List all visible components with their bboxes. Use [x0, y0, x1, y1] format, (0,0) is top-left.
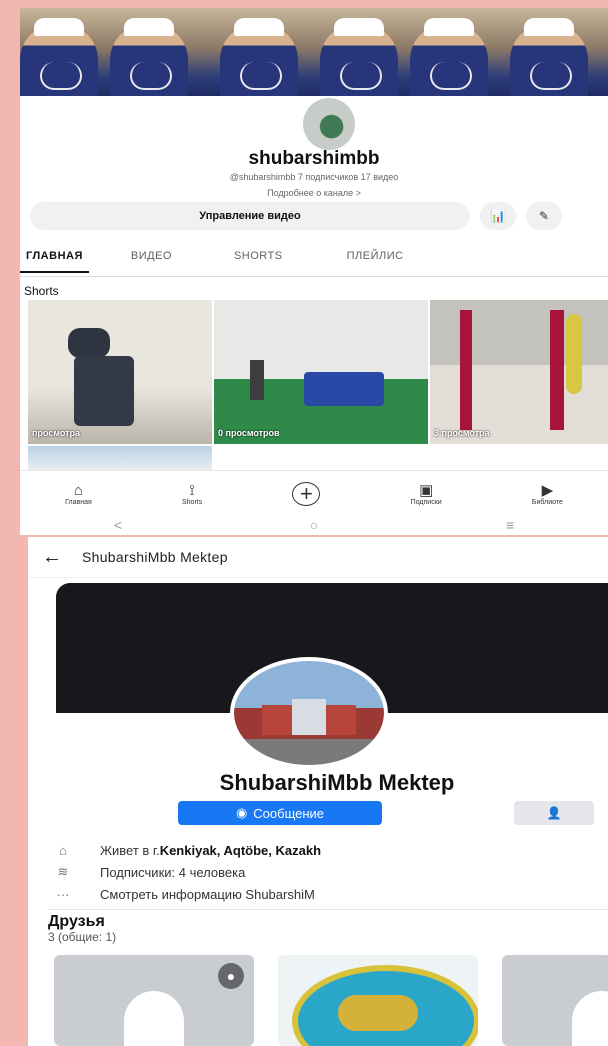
short-thumbnail[interactable] — [28, 446, 212, 470]
bottom-navigation: ⌂ Главная ⟟ Shorts + ▣ Подписки ▶ Библио… — [20, 470, 608, 517]
more-dots-icon: ··· — [56, 886, 70, 902]
pencil-icon: ✎ — [538, 209, 550, 223]
friend-card[interactable]: ● — [54, 955, 254, 1046]
banner-figure — [410, 18, 488, 96]
info-followers[interactable]: ≋ Подписчики: 4 человека — [48, 861, 608, 883]
short-thumbnail[interactable]: 0 просмотров — [214, 300, 428, 444]
tab-home[interactable]: ГЛАВНАЯ — [20, 250, 89, 273]
youtube-channel-screenshot: shubarshimbb @shubarshimbb 7 подписчиков… — [20, 8, 608, 535]
info-lives-in: ⌂ Живет в г. Kenkiyak, Aqtöbe, Kazakh — [48, 839, 608, 861]
nav-subscriptions[interactable]: ▣ Подписки — [411, 481, 442, 506]
channel-name: shubarshimbb — [248, 148, 380, 169]
back-system-icon[interactable]: < — [114, 517, 122, 533]
analytics-button[interactable]: 📊 — [480, 202, 516, 230]
tab-playlists[interactable]: ПЛЕЙЛИС — [341, 250, 410, 262]
rss-icon: ≋ — [57, 864, 69, 879]
profile-header-bar: ← ShubarshiMbb Mektep — [28, 537, 608, 578]
info-see-more[interactable]: ··· Смотреть информацию ShubarshiM — [48, 883, 608, 905]
home-system-icon[interactable]: ○ — [310, 517, 318, 533]
analytics-icon: 📊 — [490, 209, 506, 223]
friends-count: 3 (общие: 1) — [48, 930, 117, 944]
default-avatar-icon — [572, 991, 608, 1046]
short-thumbnail[interactable]: 3 просмотра — [430, 300, 608, 444]
friend-card[interactable] — [278, 955, 478, 1046]
banner-figure — [510, 18, 588, 96]
manage-videos-button[interactable]: Управление видео — [30, 202, 470, 230]
nav-library[interactable]: ▶ Библиоте — [532, 481, 563, 506]
short-views: 3 просмотра — [434, 428, 490, 438]
channel-tabs: ГЛАВНАЯ ВИДЕО SHORTS ПЛЕЙЛИС — [20, 236, 608, 277]
short-thumbnail[interactable]: просмотра — [28, 300, 212, 444]
nav-add[interactable]: + — [292, 482, 321, 506]
profile-avatar[interactable] — [230, 657, 388, 769]
banner-figure — [220, 18, 298, 96]
city-link[interactable]: Kenkiyak, Aqtöbe, Kazakh — [160, 843, 321, 858]
facebook-profile-screenshot: ← ShubarshiMbb Mektep ShubarshiMbb Mekte… — [28, 537, 608, 1046]
shorts-section-title: Shorts — [24, 284, 59, 298]
banner-figure — [320, 18, 398, 96]
library-icon: ▶ — [541, 481, 554, 499]
short-views: просмотра — [32, 428, 81, 438]
edit-button[interactable]: ✎ — [526, 202, 562, 230]
tab-shorts[interactable]: SHORTS — [228, 250, 289, 262]
friend-button[interactable]: 👤 — [514, 801, 594, 825]
shorts-icon: ⟟ — [189, 481, 195, 499]
channel-about-link[interactable]: Подробнее о канале > — [20, 188, 608, 198]
person-icon: 👤 — [546, 806, 562, 820]
profile-name: ShubarshiMbb Mektep — [219, 770, 455, 795]
message-button[interactable]: ◉ Сообщение — [178, 801, 382, 825]
friend-badge-icon: ● — [218, 963, 244, 989]
short-views: 0 просмотров — [218, 428, 280, 438]
banner-figure — [20, 18, 98, 96]
back-arrow-icon[interactable]: ← — [42, 546, 62, 569]
messenger-icon: ◉ — [235, 805, 248, 820]
channel-avatar[interactable] — [303, 98, 355, 150]
home-icon: ⌂ — [59, 842, 67, 858]
divider — [48, 909, 608, 910]
channel-banner — [20, 8, 608, 96]
subscriptions-icon: ▣ — [419, 481, 434, 499]
nav-home[interactable]: ⌂ Главная — [65, 481, 92, 506]
home-icon: ⌂ — [73, 481, 83, 499]
default-avatar-icon — [124, 991, 184, 1046]
header-title: ShubarshiMbb Mektep — [82, 549, 228, 565]
channel-meta: @shubarshimbb 7 подписчиков 17 видео — [229, 172, 399, 182]
add-icon: + — [292, 482, 321, 506]
recents-system-icon[interactable]: ≡ — [506, 517, 514, 533]
nav-shorts[interactable]: ⟟ Shorts — [182, 481, 202, 506]
android-system-bar: < ○ ≡ — [20, 514, 608, 535]
banner-figure — [110, 18, 188, 96]
friends-title: Друзья — [48, 913, 105, 930]
friend-card[interactable] — [502, 955, 608, 1046]
tab-videos[interactable]: ВИДЕО — [125, 250, 178, 262]
